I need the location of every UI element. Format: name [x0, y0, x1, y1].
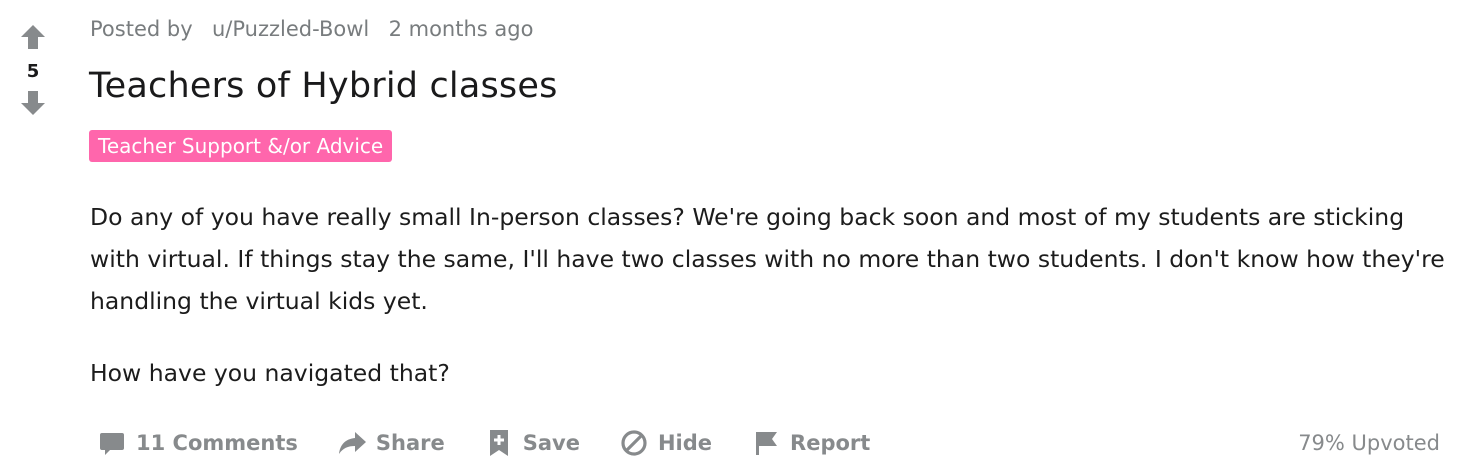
post-body-paragraph: How have you navigated that? — [90, 359, 450, 387]
share-label: Share — [375, 431, 445, 455]
post-meta: Posted by u/Puzzled-Bowl 2 months ago — [90, 14, 533, 44]
bookmark-plus-icon — [483, 427, 515, 459]
post-flair[interactable]: Teacher Support &/or Advice — [89, 130, 393, 162]
post-action-bar: 11 Comments Share Save Hide Report — [96, 424, 908, 462]
post-title: Teachers of Hybrid classes — [89, 66, 558, 106]
comment-icon — [96, 427, 128, 459]
hide-button[interactable]: Hide — [618, 424, 712, 462]
comments-button[interactable]: 11 Comments — [96, 424, 298, 462]
posted-by-label: Posted by — [90, 17, 193, 41]
vote-column: 5 — [14, 22, 52, 118]
arrow-down-icon — [21, 91, 45, 115]
arrow-up-icon — [21, 25, 45, 49]
report-button[interactable]: Report — [750, 424, 870, 462]
upvote-ratio: 79% Upvoted — [1298, 431, 1440, 455]
share-icon — [336, 427, 368, 459]
hide-icon — [618, 427, 650, 459]
flag-icon — [750, 427, 782, 459]
post-container: 5 Posted by u/Puzzled-Bowl 2 months ago … — [0, 0, 1470, 474]
author-link[interactable]: u/Puzzled-Bowl — [212, 17, 369, 41]
save-label: Save — [522, 431, 580, 455]
comments-label: 11 Comments — [136, 431, 298, 455]
report-label: Report — [790, 431, 871, 455]
post-body-paragraph: Do any of you have really small In-perso… — [90, 203, 1445, 315]
upvote-button[interactable] — [18, 22, 48, 52]
post-timestamp[interactable]: 2 months ago — [389, 17, 534, 41]
save-button[interactable]: Save — [483, 424, 580, 462]
share-button[interactable]: Share — [336, 424, 445, 462]
downvote-button[interactable] — [18, 88, 48, 118]
vote-score: 5 — [26, 61, 40, 82]
post-body: Do any of you have really small In-perso… — [90, 196, 1450, 394]
hide-label: Hide — [657, 431, 713, 455]
